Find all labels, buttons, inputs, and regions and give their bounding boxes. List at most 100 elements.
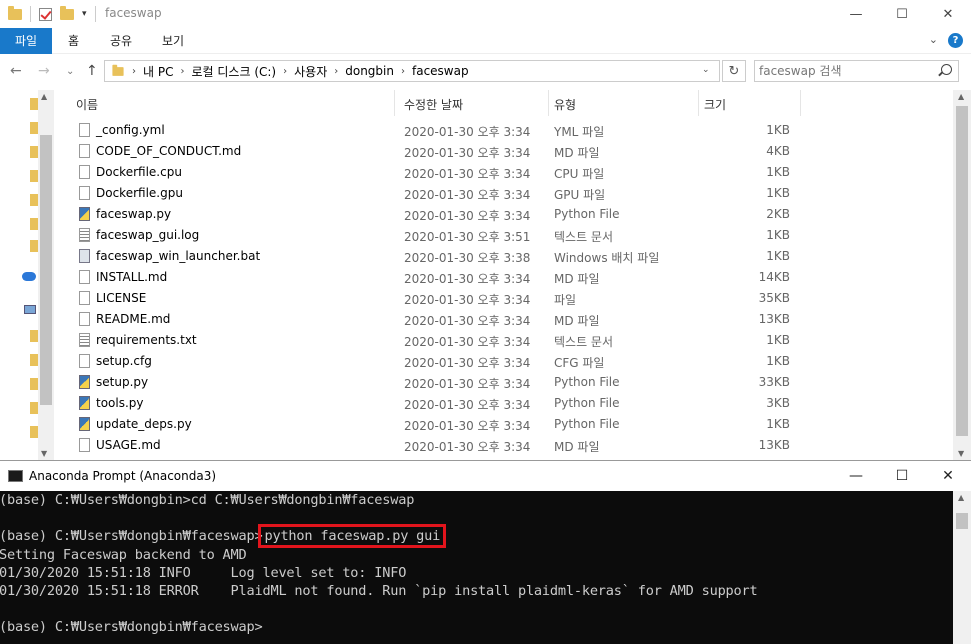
column-divider[interactable] (548, 90, 549, 116)
file-name[interactable]: README.md (96, 312, 170, 326)
breadcrumb-item-faceswap[interactable]: faceswap (412, 64, 469, 78)
file-name[interactable]: INSTALL.md (96, 270, 167, 284)
file-name[interactable]: Dockerfile.gpu (96, 186, 183, 200)
file-row[interactable]: USAGE.md 2020-01-30 오후 3:34 MD 파일 13KB (60, 435, 953, 456)
column-header-date[interactable]: 수정한 날짜 (404, 96, 463, 113)
column-header-name[interactable]: 이름 (76, 96, 98, 113)
breadcrumb-chevron-icon[interactable]: › (401, 66, 405, 77)
file-row[interactable]: faceswap.py 2020-01-30 오후 3:34 Python File… (60, 204, 953, 225)
file-row[interactable]: README.md 2020-01-30 오후 3:34 MD 파일 13KB (60, 309, 953, 330)
console-output[interactable]: (base) C:₩Users₩dongbin>cd C:₩Users₩dong… (0, 491, 953, 644)
column-header-size[interactable]: 크기 (704, 96, 726, 113)
breadcrumb-chevron-icon[interactable]: › (334, 66, 338, 77)
file-row[interactable]: update_deps.py 2020-01-30 오후 3:34 Python F… (60, 414, 953, 435)
close-button[interactable]: ✕ (925, 461, 971, 491)
file-row[interactable]: Dockerfile.gpu 2020-01-30 오후 3:34 GPU 파일 1K… (60, 183, 953, 204)
file-name[interactable]: update_deps.py (96, 417, 192, 431)
file-row[interactable]: requirements.txt 2020-01-30 오후 3:34 텍스트 문서… (60, 330, 953, 351)
breadcrumb-chevron-icon[interactable]: › (132, 66, 136, 77)
close-button[interactable]: ✕ (925, 0, 971, 28)
scrollbar-thumb[interactable] (40, 135, 52, 405)
address-history-chevron-icon[interactable]: ⌄ (702, 65, 710, 75)
folder-icon[interactable] (30, 354, 38, 366)
scrollbar-thumb[interactable] (956, 106, 968, 436)
scroll-down-arrow-icon[interactable]: ▼ (958, 449, 964, 458)
file-name[interactable]: tools.py (96, 396, 144, 410)
scroll-up-arrow-icon[interactable]: ▲ (958, 493, 964, 502)
file-list-scrollbar[interactable]: ▲ ▼ (953, 90, 971, 460)
recent-locations-chevron-icon[interactable]: ⌄ (66, 66, 74, 77)
folder-icon[interactable] (30, 426, 38, 438)
file-name[interactable]: faceswap_win_launcher.bat (96, 249, 260, 263)
refresh-icon[interactable]: ↻ (722, 60, 746, 82)
tab-share[interactable]: 공유 (110, 28, 132, 54)
breadcrumb-item-local-disk[interactable]: 로컬 디스크 (C:) (191, 63, 276, 80)
folder-icon[interactable] (30, 146, 38, 158)
file-row[interactable]: setup.cfg 2020-01-30 오후 3:34 CFG 파일 1KB (60, 351, 953, 372)
folder-icon[interactable] (30, 194, 38, 206)
scroll-up-arrow-icon[interactable]: ▲ (958, 92, 964, 101)
file-row[interactable]: tools.py 2020-01-30 오후 3:34 Python File 3KB (60, 393, 953, 414)
file-row[interactable]: _config.yml 2020-01-30 오후 3:34 YML 파일 1KB (60, 120, 953, 141)
folder-icon[interactable] (30, 98, 38, 110)
file-name[interactable]: _config.yml (96, 123, 165, 137)
breadcrumb-item-users[interactable]: 사용자 (294, 63, 327, 80)
folder-icon[interactable] (30, 122, 38, 134)
maximize-button[interactable]: ☐ (879, 461, 925, 491)
tab-file[interactable]: 파일 (0, 28, 52, 54)
breadcrumb-item-dongbin[interactable]: dongbin (345, 64, 394, 78)
column-header-type[interactable]: 유형 (554, 96, 576, 113)
up-arrow-icon[interactable]: ↑ (86, 63, 98, 79)
search-input[interactable] (759, 63, 929, 79)
expand-ribbon-chevron-icon[interactable]: ⌄ (929, 33, 938, 48)
console-scrollbar[interactable]: ▲ (953, 491, 971, 644)
folder-icon[interactable] (30, 240, 38, 252)
file-name[interactable]: USAGE.md (96, 438, 161, 452)
search-icon[interactable] (941, 64, 952, 75)
folder-icon[interactable] (30, 170, 38, 182)
folder-icon[interactable] (30, 218, 38, 230)
folder-icon[interactable] (30, 378, 38, 390)
breadcrumb-chevron-icon[interactable]: › (180, 66, 184, 77)
file-row[interactable]: INSTALL.md 2020-01-30 오후 3:34 MD 파일 14KB (60, 267, 953, 288)
file-row[interactable]: CODE_OF_CONDUCT.md 2020-01-30 오후 3:34 MD 파… (60, 141, 953, 162)
folder-icon[interactable] (30, 330, 38, 342)
file-name[interactable]: faceswap.py (96, 207, 171, 221)
scrollbar-thumb[interactable] (956, 513, 968, 529)
breadcrumb-item-this-pc[interactable]: 내 PC (143, 63, 173, 80)
minimize-button[interactable]: — (833, 461, 879, 491)
file-name[interactable]: requirements.txt (96, 333, 197, 347)
file-name[interactable]: faceswap_gui.log (96, 228, 199, 242)
maximize-button[interactable]: ☐ (879, 0, 925, 28)
customize-toolbar-chevron-icon[interactable]: ▾ (82, 9, 87, 19)
forward-arrow-icon[interactable]: → (38, 63, 50, 79)
file-row[interactable]: faceswap_gui.log 2020-01-30 오후 3:51 텍스트 문서… (60, 225, 953, 246)
file-name[interactable]: Dockerfile.cpu (96, 165, 182, 179)
file-name[interactable]: LICENSE (96, 291, 146, 305)
column-divider[interactable] (698, 90, 699, 116)
onedrive-cloud-icon[interactable] (22, 272, 36, 281)
tab-view[interactable]: 보기 (162, 28, 184, 54)
scroll-up-arrow-icon[interactable]: ▲ (41, 92, 47, 101)
breadcrumb-chevron-icon[interactable]: › (283, 66, 287, 77)
file-name[interactable]: setup.py (96, 375, 148, 389)
file-row[interactable]: faceswap_win_launcher.bat 2020-01-30 오후 3… (60, 246, 953, 267)
column-divider[interactable] (394, 90, 395, 116)
breadcrumb[interactable]: › 내 PC › 로컬 디스크 (C:) › 사용자 › dongbin › f… (104, 60, 720, 82)
file-row[interactable]: setup.py 2020-01-30 오후 3:34 Python File 33K… (60, 372, 953, 393)
file-name[interactable]: setup.cfg (96, 354, 152, 368)
back-arrow-icon[interactable]: ← (10, 63, 22, 79)
tab-home[interactable]: 홈 (68, 28, 79, 54)
navigation-scrollbar[interactable]: ▲ ▼ (38, 90, 54, 460)
column-divider[interactable] (800, 90, 801, 116)
this-pc-icon[interactable] (24, 305, 36, 314)
file-row[interactable]: LICENSE 2020-01-30 오후 3:34 파일 35KB (60, 288, 953, 309)
minimize-button[interactable]: — (833, 0, 879, 28)
file-row[interactable]: Dockerfile.cpu 2020-01-30 오후 3:34 CPU 파일 1K… (60, 162, 953, 183)
scroll-down-arrow-icon[interactable]: ▼ (41, 449, 47, 458)
file-name[interactable]: CODE_OF_CONDUCT.md (96, 144, 241, 158)
folder-icon[interactable] (30, 402, 38, 414)
help-icon[interactable]: ? (948, 33, 963, 48)
new-folder-icon[interactable] (60, 5, 74, 20)
properties-check-icon[interactable] (39, 7, 52, 21)
